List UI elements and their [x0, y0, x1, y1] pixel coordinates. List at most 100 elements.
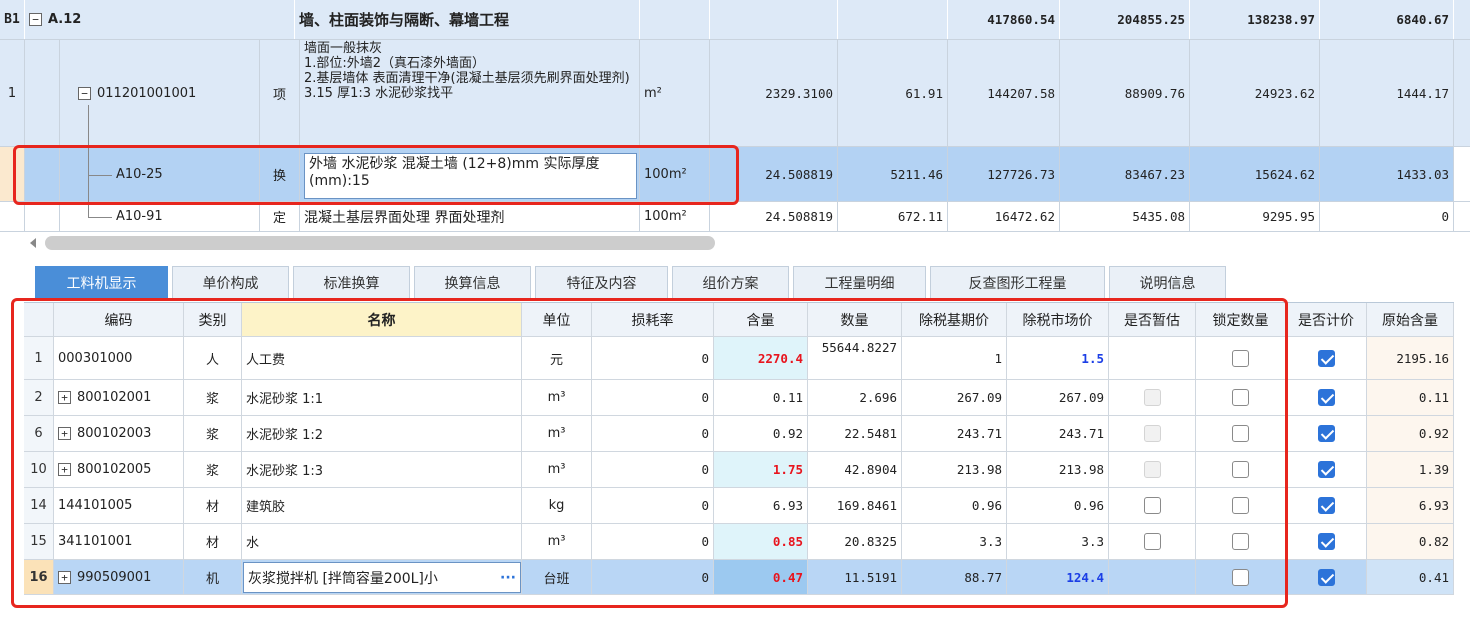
resource-code[interactable]: 000301000 [54, 337, 184, 379]
provisional-checkbox[interactable] [1143, 533, 1161, 550]
col-header-loss-rate[interactable]: 损耗率 [592, 303, 714, 336]
resource-loss[interactable]: 0 [592, 524, 714, 559]
col-header-provisional[interactable]: 是否暂估 [1109, 303, 1196, 336]
scrollbar-thumb[interactable] [45, 236, 715, 250]
priced-checkbox[interactable] [1317, 349, 1335, 367]
priced-checkbox[interactable] [1317, 389, 1335, 406]
resource-loss[interactable]: 0 [592, 560, 714, 594]
resource-content[interactable]: 6.93 [714, 488, 808, 523]
collapse-icon[interactable]: − [29, 13, 42, 26]
lock-qty-checkbox[interactable] [1232, 568, 1249, 586]
expand-icon[interactable]: + [58, 463, 71, 476]
resource-category[interactable]: 浆 [184, 416, 242, 451]
priced-checkbox[interactable] [1317, 568, 1335, 586]
resource-unit[interactable]: 元 [522, 337, 592, 379]
tab-reverse-check-quantity[interactable]: 反查图形工程量 [930, 266, 1105, 299]
resource-market-price[interactable]: 213.98 [1007, 452, 1109, 487]
resource-row[interactable]: 10 +800102005 浆 水泥砂浆 1:3 m³ 0 1.75 42.89… [24, 452, 1454, 488]
tab-pricing-scheme[interactable]: 组价方案 [672, 266, 789, 299]
col-header-market-price[interactable]: 除税市场价 [1007, 303, 1109, 336]
resource-name[interactable]: 水泥砂浆 1:1 [242, 380, 522, 415]
resource-row[interactable]: 2 +800102001 浆 水泥砂浆 1:1 m³ 0 0.11 2.696 … [24, 380, 1454, 416]
collapse-icon[interactable]: − [78, 86, 91, 100]
resource-loss[interactable]: 0 [592, 416, 714, 451]
resource-content[interactable]: 0.92 [714, 416, 808, 451]
resource-unit[interactable]: m³ [522, 452, 592, 487]
resource-category[interactable]: 浆 [184, 380, 242, 415]
resource-content[interactable]: 0.85 [714, 524, 808, 559]
tab-quantity-detail[interactable]: 工程量明细 [793, 266, 926, 299]
resource-name[interactable]: 建筑胶 [242, 488, 522, 523]
col-header-quantity[interactable]: 数量 [808, 303, 902, 336]
lock-qty-checkbox[interactable] [1232, 389, 1249, 406]
table-row-item[interactable]: 1 − 011201001001 项 墙面一般抹灰 1.部位:外墙2（真石漆外墙… [0, 40, 1470, 147]
sub-description[interactable]: 混凝土基层界面处理 界面处理剂 [300, 202, 640, 231]
resource-name[interactable]: 水泥砂浆 1:3 [242, 452, 522, 487]
resource-content[interactable]: 2270.4 [714, 337, 808, 379]
sub-quantity[interactable]: 24.508819 [710, 202, 838, 231]
tab-description-info[interactable]: 说明信息 [1109, 266, 1226, 299]
resource-code[interactable]: 341101001 [54, 524, 184, 559]
priced-checkbox[interactable] [1317, 497, 1335, 514]
resource-code[interactable]: 144101005 [54, 488, 184, 523]
resource-row[interactable]: 14 144101005 材 建筑胶 kg 0 6.93 169.8461 0.… [24, 488, 1454, 524]
resource-market-price[interactable]: 243.71 [1007, 416, 1109, 451]
tab-features-content[interactable]: 特征及内容 [535, 266, 668, 299]
resource-category[interactable]: 机 [184, 560, 242, 594]
priced-checkbox[interactable] [1317, 533, 1335, 550]
lock-qty-checkbox[interactable] [1232, 425, 1249, 442]
col-header-category[interactable]: 类别 [184, 303, 242, 336]
resource-market-price[interactable]: 0.96 [1007, 488, 1109, 523]
resource-loss[interactable]: 0 [592, 488, 714, 523]
resource-category[interactable]: 材 [184, 524, 242, 559]
resource-loss[interactable]: 0 [592, 452, 714, 487]
resource-row-selected[interactable]: 16 +990509001 机 台班 0 0.47 11.5191 88.77 … [24, 560, 1454, 595]
resource-unit[interactable]: 台班 [522, 560, 592, 594]
col-header-name[interactable]: 名称 [242, 303, 522, 336]
col-header-content[interactable]: 含量 [714, 303, 808, 336]
tab-standard-conversion[interactable]: 标准换算 [293, 266, 410, 299]
provisional-checkbox[interactable] [1143, 497, 1161, 514]
col-header-base-price[interactable]: 除税基期价 [902, 303, 1007, 336]
resource-unit[interactable]: m³ [522, 524, 592, 559]
resource-unit[interactable]: kg [522, 488, 592, 523]
resource-market-price[interactable]: 1.5 [1007, 337, 1109, 379]
resource-content[interactable]: 0.47 [714, 560, 808, 594]
resource-code[interactable]: 800102005 [77, 462, 151, 477]
resource-content[interactable]: 1.75 [714, 452, 808, 487]
tab-conversion-info[interactable]: 换算信息 [414, 266, 531, 299]
expand-icon[interactable]: + [58, 391, 71, 404]
table-row-a10-91[interactable]: A10-91 定 混凝土基层界面处理 界面处理剂 100m² 24.508819… [0, 202, 1470, 232]
col-header-unit[interactable]: 单位 [522, 303, 592, 336]
resource-row[interactable]: 15 341101001 材 水 m³ 0 0.85 20.8325 3.3 3… [24, 524, 1454, 560]
expand-icon[interactable]: + [58, 427, 71, 440]
table-row-b1[interactable]: B1 − A.12 墙、柱面装饰与隔断、幕墙工程 417860.54 20485… [0, 0, 1470, 40]
resource-name[interactable]: 水泥砂浆 1:2 [242, 416, 522, 451]
more-options-icon[interactable]: ··· [500, 570, 516, 586]
resource-row[interactable]: 6 +800102003 浆 水泥砂浆 1:2 m³ 0 0.92 22.548… [24, 416, 1454, 452]
lock-qty-checkbox[interactable] [1232, 533, 1249, 550]
resource-market-price[interactable]: 267.09 [1007, 380, 1109, 415]
resource-content[interactable]: 0.11 [714, 380, 808, 415]
resource-market-price[interactable]: 124.4 [1007, 560, 1109, 594]
lock-qty-checkbox[interactable] [1232, 461, 1249, 478]
tab-unit-price-composition[interactable]: 单价构成 [172, 266, 289, 299]
resource-code[interactable]: 800102003 [77, 426, 151, 441]
lock-qty-checkbox[interactable] [1232, 497, 1249, 514]
resource-row[interactable]: 1 000301000 人 人工费 元 0 2270.4 55644.8227 … [24, 337, 1454, 380]
priced-checkbox[interactable] [1317, 425, 1335, 442]
resource-name[interactable]: 人工费 [242, 337, 522, 379]
scroll-left-icon[interactable] [30, 238, 36, 248]
horizontal-scrollbar[interactable] [0, 233, 1470, 255]
sub-quantity[interactable]: 24.508819 [710, 147, 838, 201]
tab-labor-material-machine[interactable]: 工料机显示 [35, 266, 168, 299]
col-header-lock-qty[interactable]: 锁定数量 [1196, 303, 1286, 336]
resource-code[interactable]: 800102001 [77, 390, 151, 405]
col-header-priced[interactable]: 是否计价 [1286, 303, 1367, 336]
resource-category[interactable]: 材 [184, 488, 242, 523]
resource-unit[interactable]: m³ [522, 380, 592, 415]
expand-icon[interactable]: + [58, 570, 71, 584]
col-header-code[interactable]: 编码 [54, 303, 184, 336]
resource-category[interactable]: 浆 [184, 452, 242, 487]
table-row-a10-25[interactable]: A10-25 换 100m² 24.508819 5211.46 127726.… [0, 147, 1470, 202]
